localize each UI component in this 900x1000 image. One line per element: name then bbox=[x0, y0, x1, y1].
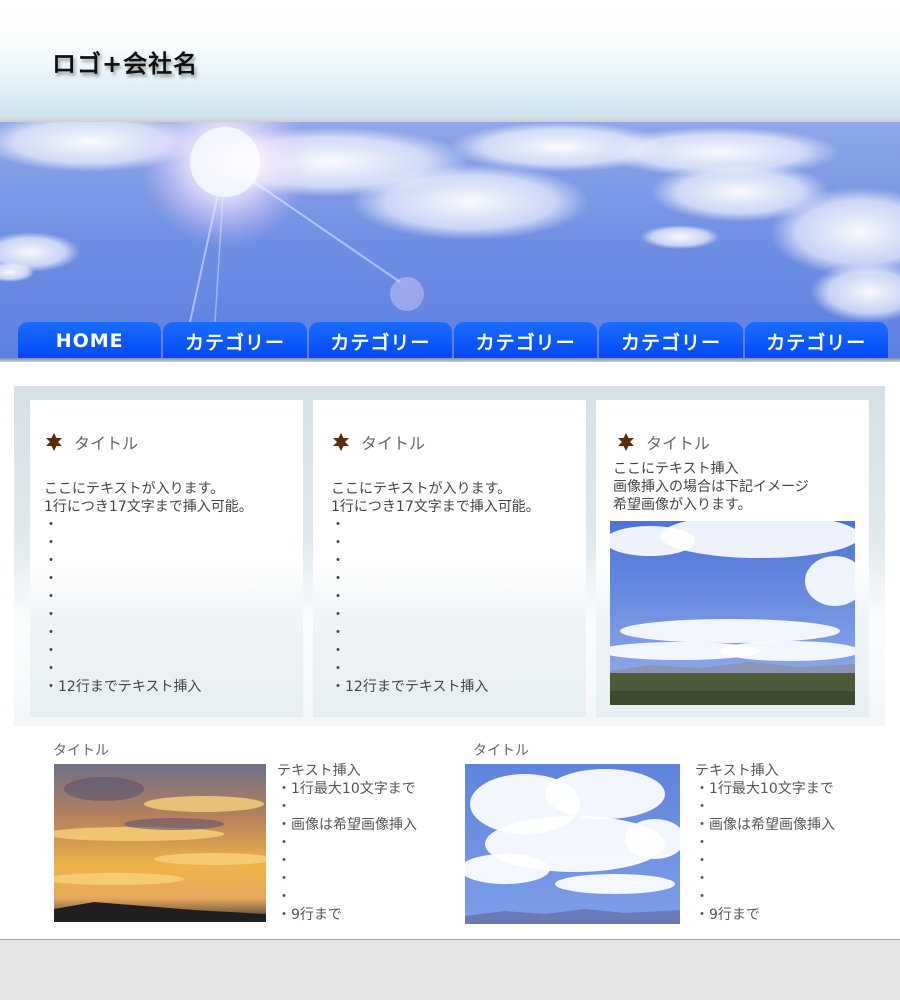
card-text-line: ・ bbox=[331, 517, 345, 533]
feature-text-line: ・ bbox=[277, 889, 291, 905]
feature-text-line: ・1行最大10文字まで bbox=[277, 781, 416, 797]
nav-tab-home[interactable]: HOME bbox=[18, 322, 162, 360]
feature-text-1: テキスト挿入 ・1行最大10文字まで ・ ・画像は希望画像挿入 ・ ・ ・ ・ … bbox=[277, 762, 417, 924]
star-icon bbox=[46, 433, 62, 451]
card-text-line: ・ bbox=[44, 571, 58, 587]
feature-text-line: ・9行まで bbox=[277, 907, 342, 923]
card-text-line: ・ bbox=[331, 589, 345, 605]
card-text-line: ・ bbox=[331, 553, 345, 569]
landscape-sky-image bbox=[610, 521, 855, 705]
card-header: タイトル bbox=[44, 430, 138, 454]
card-text: ここにテキストが入ります。 1行につき17文字まで挿入可能。 ・ ・ ・ ・ ・… bbox=[44, 480, 253, 696]
feature-text-line: ・画像は希望画像挿入 bbox=[277, 817, 417, 833]
card-text-line: ・ bbox=[44, 517, 58, 533]
card-title[interactable]: タイトル bbox=[646, 430, 710, 454]
card-text-line: ・12行までテキスト挿入 bbox=[44, 679, 202, 695]
content-card-3: タイトル ここにテキスト挿入 画像挿入の場合は下記イメージ 希望画像が入ります。 bbox=[596, 400, 869, 717]
card-text-line: ここにテキストが入ります。 bbox=[44, 481, 225, 497]
feature-text-line: ・ bbox=[695, 889, 709, 905]
feature-text-2: テキスト挿入 ・1行最大10文字まで ・ ・画像は希望画像挿入 ・ ・ ・ ・ … bbox=[695, 762, 835, 924]
feature-text-line: ・ bbox=[695, 835, 709, 851]
content-card-1: タイトル ここにテキストが入ります。 1行につき17文字まで挿入可能。 ・ ・ … bbox=[30, 400, 303, 717]
card-title[interactable]: タイトル bbox=[74, 430, 138, 454]
card-title[interactable]: タイトル bbox=[361, 430, 425, 454]
main-content: タイトル ここにテキストが入ります。 1行につき17文字まで挿入可能。 ・ ・ … bbox=[0, 362, 900, 939]
nav-tab-category-2[interactable]: カテゴリー bbox=[308, 322, 452, 360]
feature-text-line: ・ bbox=[277, 799, 291, 815]
card-text-line: ・ bbox=[44, 661, 58, 677]
feature-text-line: ・ bbox=[277, 853, 291, 869]
feature-text-line: ・画像は希望画像挿入 bbox=[695, 817, 835, 833]
feature-text-line: ・9行まで bbox=[695, 907, 760, 923]
site-footer bbox=[0, 940, 900, 1000]
nav-tab-category-5[interactable]: カテゴリー bbox=[744, 322, 888, 360]
feature-text-line: ・ bbox=[277, 871, 291, 887]
feature-text-line: ・1行最大10文字まで bbox=[695, 781, 834, 797]
feature-title-1[interactable]: タイトル bbox=[53, 740, 109, 760]
card-text-line: 希望画像が入ります。 bbox=[613, 497, 752, 513]
card-text-line: ・ bbox=[44, 607, 58, 623]
main-nav: HOME カテゴリー カテゴリー カテゴリー カテゴリー カテゴリー bbox=[18, 322, 888, 360]
card-text: ここにテキスト挿入 画像挿入の場合は下記イメージ 希望画像が入ります。 bbox=[613, 460, 809, 514]
card-text-line: ・12行までテキスト挿入 bbox=[331, 679, 489, 695]
logo-company-name[interactable]: ロゴ+会社名 bbox=[52, 44, 198, 79]
card-text-line: ・ bbox=[44, 553, 58, 569]
star-icon bbox=[618, 433, 634, 451]
card-header: タイトル bbox=[331, 430, 425, 454]
sunset-image bbox=[54, 764, 266, 922]
star-icon bbox=[333, 433, 349, 451]
card-text-line: ・ bbox=[331, 535, 345, 551]
nav-tab-category-1[interactable]: カテゴリー bbox=[163, 322, 307, 360]
card-text-line: ここにテキスト挿入 bbox=[613, 461, 739, 477]
card-text-line: ・ bbox=[331, 643, 345, 659]
content-card-2: タイトル ここにテキストが入ります。 1行につき17文字まで挿入可能。 ・ ・ … bbox=[313, 400, 586, 717]
feature-title-2[interactable]: タイトル bbox=[473, 740, 529, 760]
feature-text-line: ・ bbox=[695, 871, 709, 887]
card-text-line: 画像挿入の場合は下記イメージ bbox=[613, 479, 809, 495]
card-text-line: ・ bbox=[331, 571, 345, 587]
feature-text-line: ・ bbox=[277, 835, 291, 851]
feature-text-line: ・ bbox=[695, 853, 709, 869]
card-text-line: ここにテキストが入ります。 bbox=[331, 481, 512, 497]
card-text-line: ・ bbox=[331, 607, 345, 623]
card-text-line: ・ bbox=[44, 625, 58, 641]
card-text-line: ・ bbox=[331, 625, 345, 641]
card-text-line: 1行につき17文字まで挿入可能。 bbox=[44, 499, 253, 515]
feature-text-line: ・ bbox=[695, 799, 709, 815]
card-text-line: ・ bbox=[44, 589, 58, 605]
site-header: ロゴ+会社名 bbox=[0, 0, 900, 120]
cloudy-sky-image bbox=[465, 764, 680, 924]
card-text-line: ・ bbox=[331, 661, 345, 677]
card-header: タイトル bbox=[616, 430, 710, 454]
nav-tab-category-3[interactable]: カテゴリー bbox=[453, 322, 598, 360]
card-text: ここにテキストが入ります。 1行につき17文字まで挿入可能。 ・ ・ ・ ・ ・… bbox=[331, 480, 540, 696]
card-text-line: ・ bbox=[44, 535, 58, 551]
card-text-line: ・ bbox=[44, 643, 58, 659]
feature-text-line: テキスト挿入 bbox=[277, 763, 361, 779]
card-text-line: 1行につき17文字まで挿入可能。 bbox=[331, 499, 540, 515]
nav-tab-category-4[interactable]: カテゴリー bbox=[599, 322, 743, 360]
feature-text-line: テキスト挿入 bbox=[695, 763, 779, 779]
